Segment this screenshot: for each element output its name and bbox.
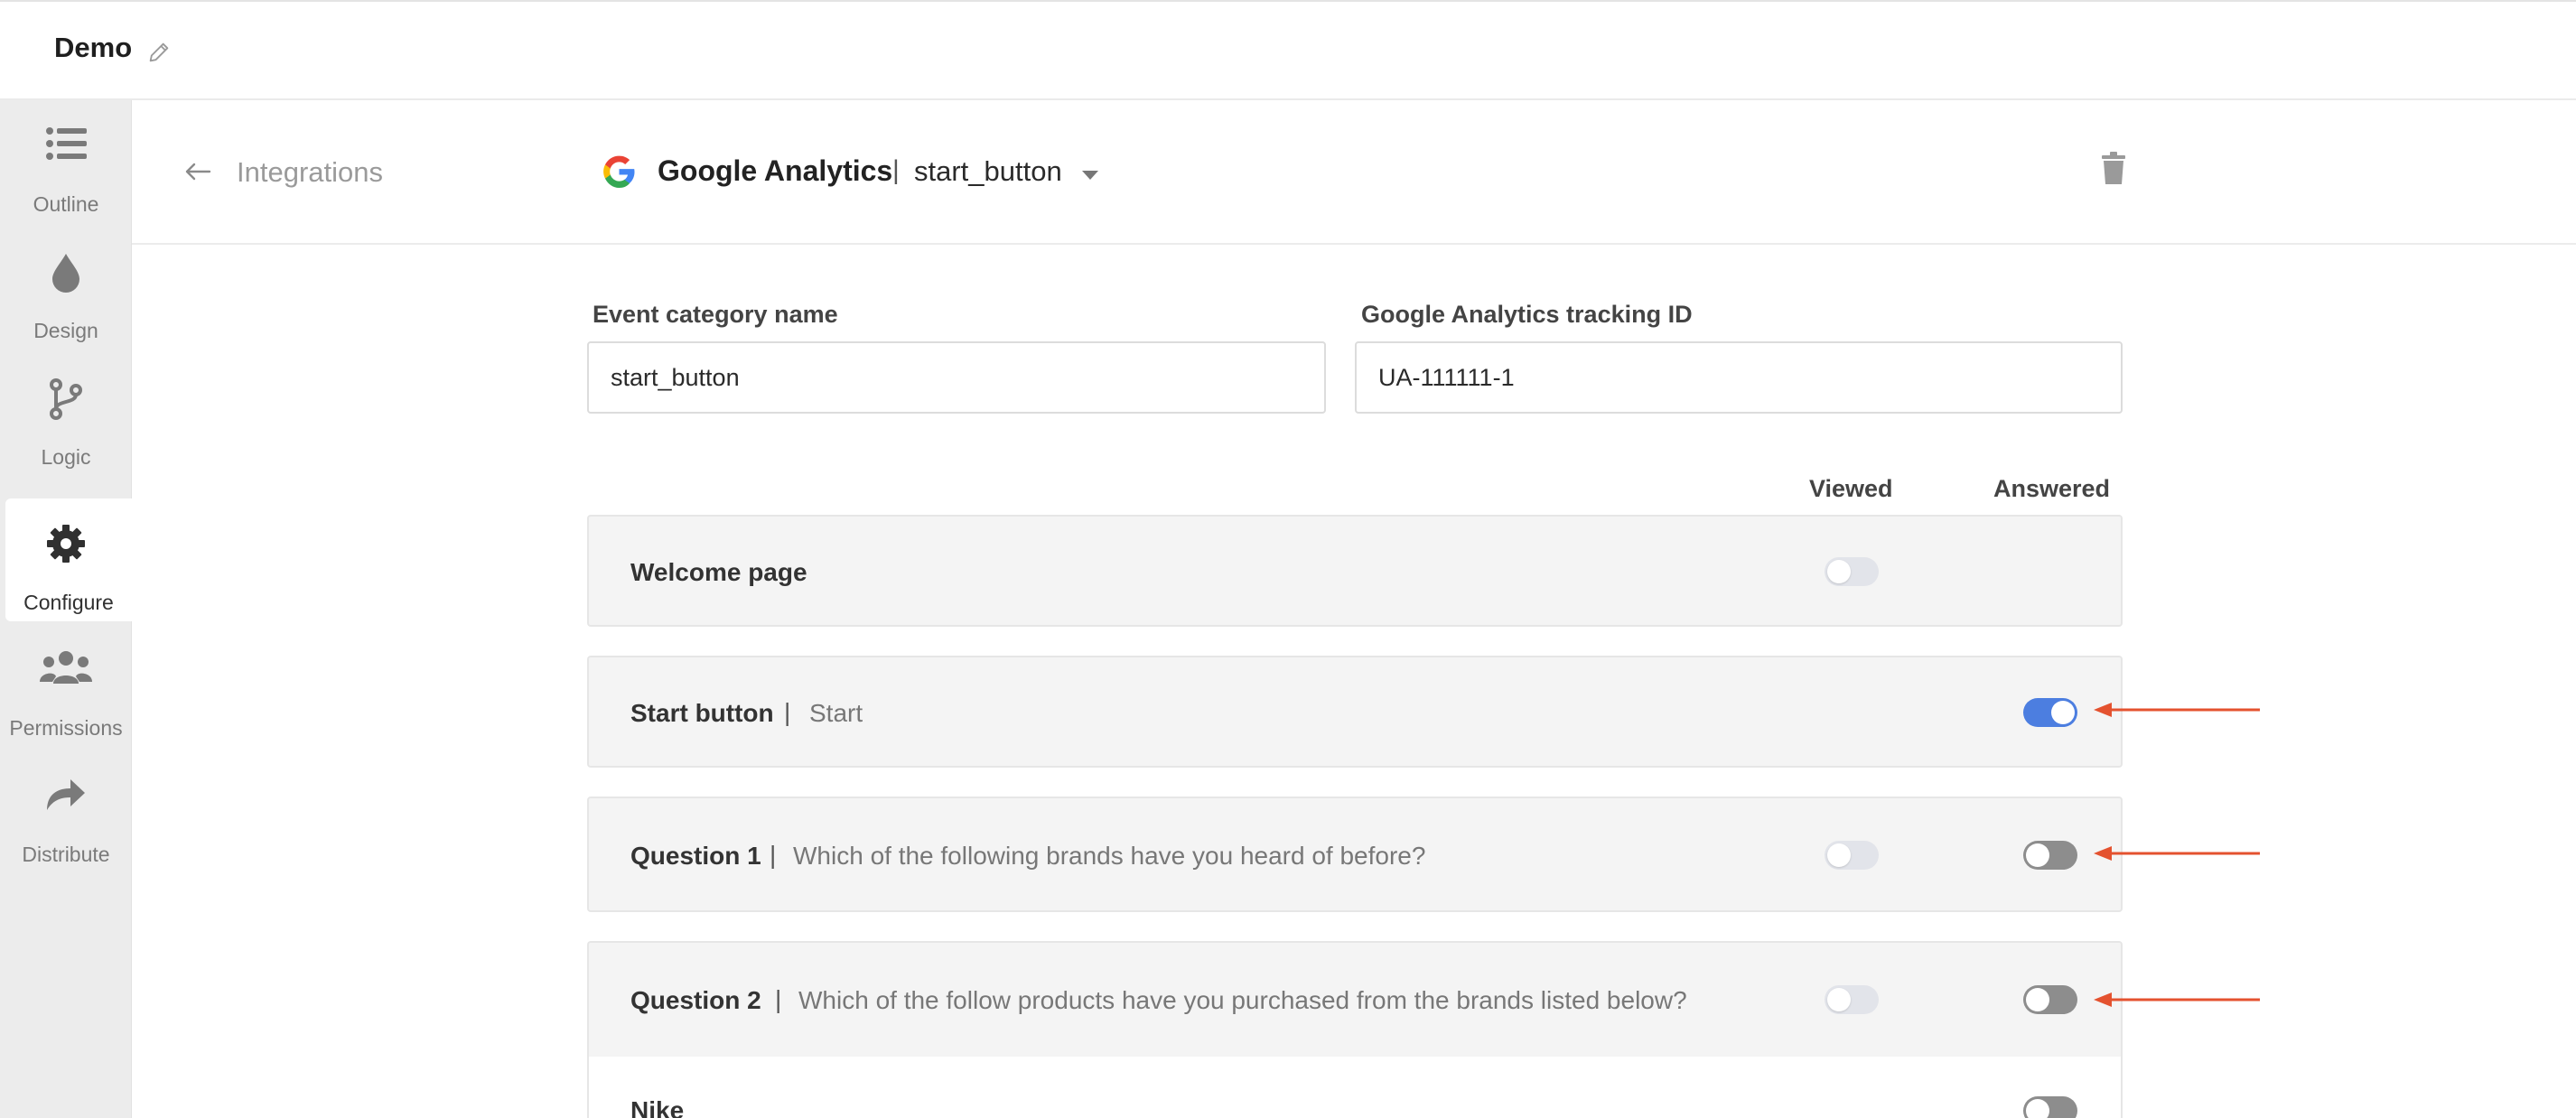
row-description: Which of the follow products have you pu… (798, 986, 1687, 1014)
integration-header: Integrations Google Analytics | start_bu… (132, 100, 2576, 245)
sidebar-item-label: Permissions (9, 716, 123, 740)
event-category-input[interactable] (587, 341, 1326, 414)
sidebar-item-configure[interactable]: Configure (5, 498, 132, 621)
pencil-icon[interactable] (146, 40, 172, 65)
sidebar-item-permissions[interactable]: Permissions (0, 624, 132, 747)
sidebar-item-label: Configure (23, 591, 114, 614)
back-arrow-icon[interactable] (182, 156, 213, 187)
callout-arrow-icon (2094, 846, 2260, 861)
answered-toggle[interactable] (2023, 841, 2077, 870)
integration-name: Google Analytics (658, 154, 893, 187)
answered-toggle[interactable] (2023, 985, 2077, 1014)
event-row-question-2: Question 2 | Which of the follow product… (587, 941, 2123, 1118)
answered-toggle[interactable] (2023, 1096, 2077, 1118)
trash-icon[interactable] (2099, 151, 2128, 185)
column-header-viewed: Viewed (1809, 475, 1893, 502)
sub-row-nike: Nike (589, 1057, 2121, 1118)
row-title: Question 1 (630, 842, 761, 870)
users-icon (40, 651, 92, 684)
row-description: Which of the following brands have you h… (793, 842, 1426, 870)
chevron-down-icon[interactable] (1082, 171, 1098, 180)
app-title: Demo (54, 32, 133, 63)
event-selector-label[interactable]: start_button (914, 155, 1062, 188)
row-separator: | (770, 841, 777, 869)
viewed-toggle[interactable] (1825, 985, 1879, 1014)
row-title: Nike (630, 1096, 685, 1118)
list-icon (46, 127, 87, 160)
tracking-id-input[interactable] (1355, 341, 2123, 414)
sidebar-item-label: Logic (41, 445, 91, 469)
sidebar-item-logic[interactable]: Logic (0, 353, 132, 476)
google-logo-icon (603, 155, 635, 188)
sidebar-item-label: Design (33, 319, 98, 342)
row-title: Question 2 (630, 986, 761, 1014)
viewed-toggle[interactable] (1825, 841, 1879, 870)
top-bar: Demo (0, 0, 2576, 100)
row-title: Welcome page (630, 558, 807, 586)
callout-arrow-icon (2094, 703, 2260, 717)
row-separator: | (784, 698, 791, 726)
row-description: Start (809, 699, 863, 727)
callout-arrow-icon (2094, 992, 2260, 1007)
sidebar-item-outline[interactable]: Outline (0, 100, 132, 223)
sidebar-item-design[interactable]: Design (0, 227, 132, 349)
branch-icon (50, 378, 82, 420)
event-category-label: Event category name (593, 301, 838, 328)
share-arrow-icon (47, 779, 85, 810)
tracking-id-label: Google Analytics tracking ID (1361, 301, 1693, 328)
row-separator: | (775, 985, 782, 1013)
answered-toggle[interactable] (2023, 698, 2077, 727)
droplet-icon (52, 254, 79, 293)
event-row-start-button: Start button | Start (587, 656, 2123, 768)
sidebar-item-distribute[interactable]: Distribute (0, 750, 132, 873)
viewed-toggle[interactable] (1825, 557, 1879, 586)
header-separator: | (892, 155, 900, 185)
sidebar-item-label: Outline (33, 192, 99, 216)
event-row-question-1: Question 1 | Which of the following bran… (587, 797, 2123, 912)
sidebar: Outline Design Logic Configure Permissio… (0, 100, 132, 1118)
sidebar-item-label: Distribute (22, 843, 110, 866)
column-header-answered: Answered (1993, 475, 2111, 502)
row-title: Start button (630, 699, 774, 727)
back-link[interactable]: Integrations (237, 156, 383, 189)
event-row-welcome-page: Welcome page (587, 515, 2123, 627)
gear-icon (47, 525, 85, 563)
